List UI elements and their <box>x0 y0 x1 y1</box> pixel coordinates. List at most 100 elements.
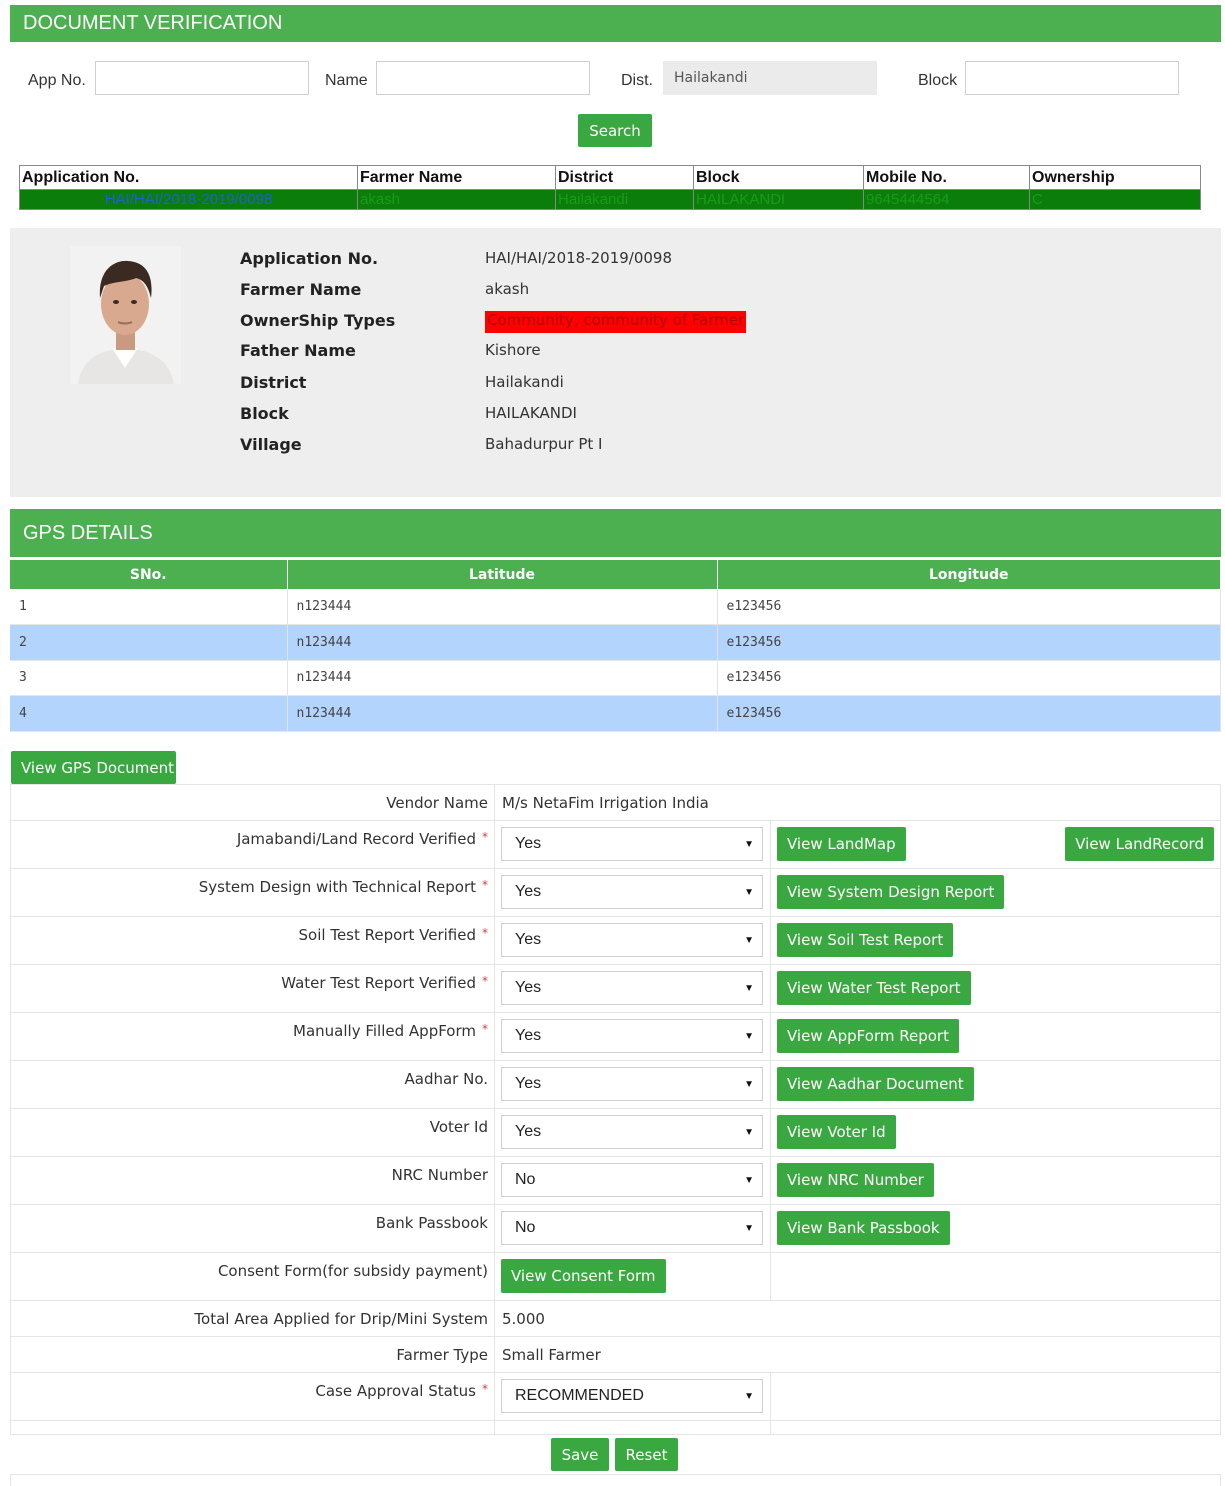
farmer-photo-image <box>70 246 181 384</box>
profile-row-ownership: OwnerShip Types Community, community of … <box>240 311 747 333</box>
profile-label: Block <box>240 404 289 423</box>
view-voter-id-button[interactable]: View Voter Id <box>777 1115 896 1149</box>
bank-selected: No <box>515 1219 536 1236</box>
bank-select[interactable]: No ▼ <box>501 1211 763 1245</box>
view-soil-test-button[interactable]: View Soil Test Report <box>777 923 954 957</box>
chevron-down-icon: ▼ <box>744 1030 754 1042</box>
search-button[interactable]: Search <box>578 114 652 147</box>
nrc-select-cell: No ▼ <box>494 1156 771 1205</box>
profile-application-no: HAI/HAI/2018-2019/0098 <box>485 249 673 267</box>
appform-select[interactable]: Yes ▼ <box>501 1019 763 1053</box>
profile-label: OwnerShip Types <box>240 311 396 330</box>
required-mark: * <box>482 878 488 892</box>
system-label: System Design with Technical Report <box>198 878 476 896</box>
soil-label: Soil Test Report Verified <box>298 926 476 944</box>
chevron-down-icon: ▼ <box>744 1390 754 1402</box>
col-application-no: Application No. <box>19 165 358 190</box>
form-row-vendor: Vendor Name M/s NetaFim Irrigation India <box>10 784 1221 821</box>
col-block: Block <box>693 165 864 190</box>
gps-latitude: n123444 <box>287 589 718 625</box>
gps-table: SNo. Latitude Longitude 1 n123444 e12345… <box>10 560 1221 732</box>
vendor-label: Vendor Name <box>10 784 495 821</box>
case-status-select[interactable]: RECOMMENDED ▼ <box>501 1379 763 1413</box>
required-mark: * <box>482 830 488 844</box>
app-no-input[interactable] <box>95 61 309 95</box>
view-aadhar-button[interactable]: View Aadhar Document <box>777 1067 974 1101</box>
profile-label: Farmer Name <box>240 280 362 299</box>
dist-label: Dist. <box>621 72 653 89</box>
col-longitude: Longitude <box>717 560 1221 589</box>
spacer-cell <box>494 1420 771 1435</box>
profile-village: Bahadurpur Pt I <box>485 435 603 453</box>
appform-label: Manually Filled AppForm <box>293 1022 476 1040</box>
aadhar-select[interactable]: Yes ▼ <box>501 1067 763 1101</box>
table-row[interactable]: HAI/HAI/2018-2019/0098 akash Hailakandi … <box>19 189 1201 210</box>
save-button[interactable]: Save <box>551 1438 609 1471</box>
water-select-cell: Yes ▼ <box>494 964 771 1013</box>
view-landrecord-button[interactable]: View LandRecord <box>1065 827 1214 861</box>
system-actions: View System Design Report <box>770 868 1221 917</box>
form-row-voter: Voter Id Yes ▼ View Voter Id <box>10 1108 1221 1157</box>
view-nrc-button[interactable]: View NRC Number <box>777 1163 934 1197</box>
voter-select[interactable]: Yes ▼ <box>501 1115 763 1149</box>
form-row-bank: Bank Passbook No ▼ View Bank Passbook <box>10 1204 1221 1253</box>
form-row-farmer-type: Farmer Type Small Farmer <box>10 1336 1221 1373</box>
col-district: District <box>555 165 694 190</box>
profile-block: HAILAKANDI <box>485 404 577 422</box>
result-farmer-name: akash <box>357 189 556 210</box>
col-ownership: Ownership <box>1029 165 1201 190</box>
dist-input[interactable] <box>663 61 877 95</box>
view-landmap-button[interactable]: View LandMap <box>777 827 906 861</box>
chevron-down-icon: ▼ <box>744 982 754 994</box>
profile-district: Hailakandi <box>485 373 564 391</box>
vendor-value: M/s NetaFim Irrigation India <box>494 784 1221 821</box>
view-gps-document-button[interactable]: View GPS Document <box>11 751 176 784</box>
reset-button[interactable]: Reset <box>615 1438 678 1471</box>
voter-actions: View Voter Id <box>770 1108 1221 1157</box>
form-row-system-design: System Design with Technical Report * Yes… <box>10 868 1221 917</box>
area-label: Total Area Applied for Drip/Mini System <box>10 1300 495 1337</box>
profile-label: District <box>240 373 307 392</box>
voter-select-cell: Yes ▼ <box>494 1108 771 1157</box>
view-system-design-button[interactable]: View System Design Report <box>777 875 1005 909</box>
nrc-select[interactable]: No ▼ <box>501 1163 763 1197</box>
aadhar-selected: Yes <box>515 1075 542 1092</box>
gps-longitude: e123456 <box>717 589 1221 625</box>
soil-select[interactable]: Yes ▼ <box>501 923 763 957</box>
gps-sno: 3 <box>10 660 288 696</box>
soil-select-cell: Yes ▼ <box>494 916 771 965</box>
page: DOCUMENT VERIFICATION <box>10 0 1221 42</box>
results-table: Application No. Farmer Name District Blo… <box>19 165 1201 210</box>
form-row-soil: Soil Test Report Verified * Yes ▼ View Soi… <box>10 916 1221 965</box>
result-application-link[interactable]: HAI/HAI/2018-2019/0098 <box>19 189 358 210</box>
view-consent-form-button[interactable]: View Consent Form <box>501 1259 666 1293</box>
appform-label-cell: Manually Filled AppForm * <box>10 1012 495 1061</box>
block-input[interactable] <box>965 61 1179 95</box>
chevron-down-icon: ▼ <box>744 1222 754 1234</box>
chevron-down-icon: ▼ <box>744 1126 754 1138</box>
chevron-down-icon: ▼ <box>744 886 754 898</box>
water-label-cell: Water Test Report Verified * <box>10 964 495 1013</box>
block-label: Block <box>918 72 958 89</box>
required-mark: * <box>482 1022 488 1036</box>
jamabandi-label: Jamabandi/Land Record Verified <box>236 830 476 848</box>
required-mark: * <box>482 1382 488 1396</box>
view-water-test-button[interactable]: View Water Test Report <box>777 971 971 1005</box>
jamabandi-actions: View LandMap View LandRecord <box>770 820 1221 869</box>
result-block: HAILAKANDI <box>693 189 864 210</box>
water-select[interactable]: Yes ▼ <box>501 971 763 1005</box>
profile-father-name: Kishore <box>485 341 541 359</box>
aadhar-label: Aadhar No. <box>10 1060 495 1109</box>
table-row: 1 n123444 e123456 <box>10 589 1221 625</box>
view-appform-button[interactable]: View AppForm Report <box>777 1019 959 1053</box>
spacer-cell <box>10 1420 495 1435</box>
name-input[interactable] <box>376 61 590 95</box>
gps-longitude: e123456 <box>717 695 1221 732</box>
system-select[interactable]: Yes ▼ <box>501 875 763 909</box>
result-mobile: 9645444564 <box>863 189 1030 210</box>
form-row-aadhar: Aadhar No. Yes ▼ View Aadhar Document <box>10 1060 1221 1109</box>
jamabandi-select[interactable]: Yes ▼ <box>501 827 763 861</box>
appform-actions: View AppForm Report <box>770 1012 1221 1061</box>
view-bank-passbook-button[interactable]: View Bank Passbook <box>777 1211 950 1245</box>
table-row: 4 n123444 e123456 <box>10 695 1221 732</box>
